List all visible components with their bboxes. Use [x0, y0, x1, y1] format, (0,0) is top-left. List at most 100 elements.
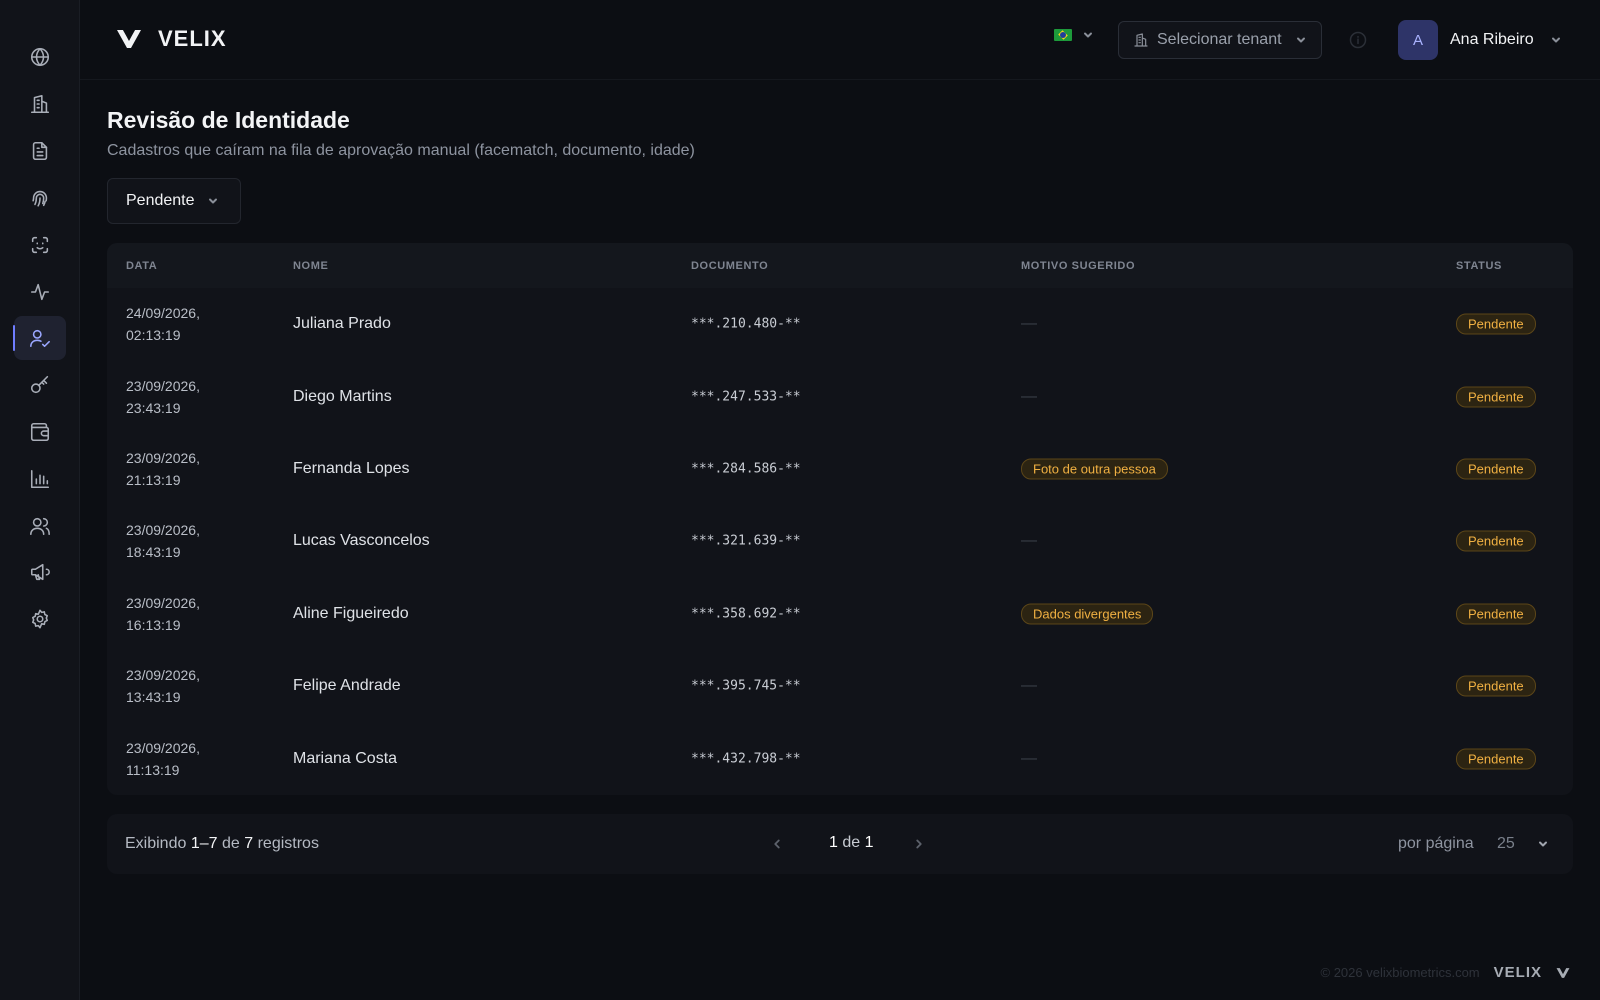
sidebar-item-campaigns[interactable]: [14, 550, 66, 594]
logo[interactable]: VELIX: [116, 26, 227, 52]
column-header-name[interactable]: NOME: [293, 260, 328, 272]
sidebar-item-buildings[interactable]: [14, 82, 66, 126]
table-row[interactable]: 23/09/2026, 21:13:19 Fernanda Lopes ***.…: [107, 433, 1573, 505]
user-name: Ana Ribeiro: [1450, 31, 1534, 48]
sidebar-item-users[interactable]: [14, 504, 66, 548]
date-cell: 23/09/2026, 13:43:19: [126, 664, 236, 708]
reason-cell: —: [1021, 677, 1037, 695]
document-icon: [32, 141, 48, 161]
time-text: 23:43:19: [126, 399, 181, 416]
date-cell: 23/09/2026, 23:43:19: [126, 375, 236, 419]
record-total: 7: [244, 835, 254, 852]
table-header: DATA NOME DOCUMENTO MOTIVO SUGERIDO STAT…: [107, 243, 1573, 288]
reason-cell: —: [1021, 750, 1037, 768]
next-page-button[interactable]: [909, 834, 929, 854]
reason-badge: Foto de outra pessoa: [1021, 458, 1168, 480]
velix-logo-icon: [117, 30, 141, 48]
logo-text: VELIX: [158, 26, 227, 51]
table-row[interactable]: 23/09/2026, 11:13:19 Mariana Costa ***.4…: [107, 722, 1573, 794]
name-cell: Aline Figueiredo: [293, 604, 409, 622]
sidebar-item-activity[interactable]: [14, 270, 66, 314]
pagination-bar: Exibindo 1–7 de 7 registros 1 de 1 por p…: [107, 814, 1573, 874]
current-page: 1: [829, 834, 838, 851]
topbar: VELIX Selecionar tenant A Ana Ribeiro: [80, 0, 1600, 80]
previous-page-button[interactable]: [767, 834, 787, 854]
status-badge: Pendente: [1456, 386, 1536, 408]
reason-empty: —: [1021, 677, 1037, 695]
fingerprint-icon: [32, 190, 48, 207]
status-cell: Pendente: [1456, 675, 1536, 697]
tenant-select-label: Selecionar tenant: [1157, 31, 1282, 48]
wallet-icon: [30, 422, 50, 442]
tenant-select[interactable]: Selecionar tenant: [1118, 21, 1322, 59]
sidebar-item-reports[interactable]: [14, 457, 66, 501]
status-filter-select[interactable]: Pendente: [107, 178, 241, 224]
language-select[interactable]: [1054, 29, 1094, 41]
activity-icon: [30, 283, 50, 301]
sidebar-item-documents[interactable]: [14, 129, 66, 173]
time-text: 18:43:19: [126, 544, 181, 561]
date-text: 23/09/2026,: [126, 594, 200, 611]
per-page-value: 25: [1497, 835, 1515, 852]
status-badge: Pendente: [1456, 603, 1536, 625]
users-icon: [30, 517, 50, 536]
document-cell: ***.358.692-**: [691, 606, 801, 622]
status-filter-value: Pendente: [126, 192, 195, 209]
date-cell: 23/09/2026, 21:13:19: [126, 447, 236, 491]
table-row[interactable]: 23/09/2026, 13:43:19 Felipe Andrade ***.…: [107, 650, 1573, 722]
reason-cell: Foto de outra pessoa: [1021, 458, 1168, 480]
status-cell: Pendente: [1456, 748, 1536, 770]
sidebar-item-settings[interactable]: [14, 597, 66, 641]
sidebar-item-biometrics[interactable]: [14, 176, 66, 220]
date-text: 24/09/2026,: [126, 305, 200, 322]
user-check-icon: [30, 329, 50, 348]
name-cell: Lucas Vasconcelos: [293, 532, 430, 550]
sidebar-item-identity-review[interactable]: [13, 316, 66, 360]
sidebar-item-keys[interactable]: [14, 363, 66, 407]
chevron-down-icon: [1297, 37, 1305, 43]
sidebar-item-globe[interactable]: [14, 35, 66, 79]
per-page-label: por página: [1398, 835, 1474, 852]
table-row[interactable]: 23/09/2026, 16:13:19 Aline Figueiredo **…: [107, 578, 1573, 650]
sidebar-item-face-scan[interactable]: [14, 223, 66, 267]
record-count-suffix: registros: [257, 835, 319, 852]
date-cell: 23/09/2026, 18:43:19: [126, 519, 236, 563]
avatar: A: [1398, 20, 1438, 60]
user-menu[interactable]: A Ana Ribeiro: [1398, 20, 1562, 60]
page-heading: Revisão de Identidade Cadastros que caír…: [107, 107, 695, 160]
time-text: 02:13:19: [126, 327, 181, 344]
column-header-reason[interactable]: MOTIVO SUGERIDO: [1021, 260, 1135, 272]
chevron-left-icon: [774, 839, 780, 849]
reason-cell: —: [1021, 532, 1037, 550]
info-icon[interactable]: [1348, 30, 1368, 50]
record-count: Exibindo 1–7 de 7 registros: [125, 835, 319, 853]
page-of: de: [842, 834, 861, 851]
table-body: 24/09/2026, 02:13:19 Juliana Prado ***.2…: [107, 288, 1573, 795]
date-text: 23/09/2026,: [126, 377, 200, 394]
copyright-text: © 2026 velixbiometrics.com: [1320, 965, 1480, 980]
status-badge: Pendente: [1456, 313, 1536, 335]
sidebar-item-wallet[interactable]: [14, 410, 66, 454]
record-count-prefix: Exibindo: [125, 835, 187, 852]
reason-empty: —: [1021, 749, 1037, 767]
document-cell: ***.432.798-**: [691, 751, 801, 767]
time-text: 13:43:19: [126, 689, 181, 706]
reason-badge: Dados divergentes: [1021, 603, 1154, 625]
table-row[interactable]: 23/09/2026, 18:43:19 Lucas Vasconcelos *…: [107, 505, 1573, 577]
column-header-date[interactable]: DATA: [126, 260, 157, 272]
table-row[interactable]: 24/09/2026, 02:13:19 Juliana Prado ***.2…: [107, 288, 1573, 360]
column-header-document[interactable]: DOCUMENTO: [691, 260, 768, 272]
table-row[interactable]: 23/09/2026, 23:43:19 Diego Martins ***.2…: [107, 360, 1573, 432]
date-cell: 23/09/2026, 16:13:19: [126, 592, 236, 636]
date-cell: 23/09/2026, 11:13:19: [126, 737, 236, 781]
footer-brand: VELIX: [1493, 964, 1542, 981]
per-page-select[interactable]: 25: [1489, 829, 1553, 859]
column-header-status[interactable]: STATUS: [1456, 260, 1502, 272]
status-cell: Pendente: [1456, 458, 1536, 480]
reason-empty: —: [1021, 387, 1037, 405]
date-text: 23/09/2026,: [126, 739, 200, 756]
document-cell: ***.395.745-**: [691, 678, 801, 694]
page-indicator: 1 de 1: [829, 834, 874, 852]
settings-icon: [31, 609, 49, 629]
document-cell: ***.284.586-**: [691, 461, 801, 477]
